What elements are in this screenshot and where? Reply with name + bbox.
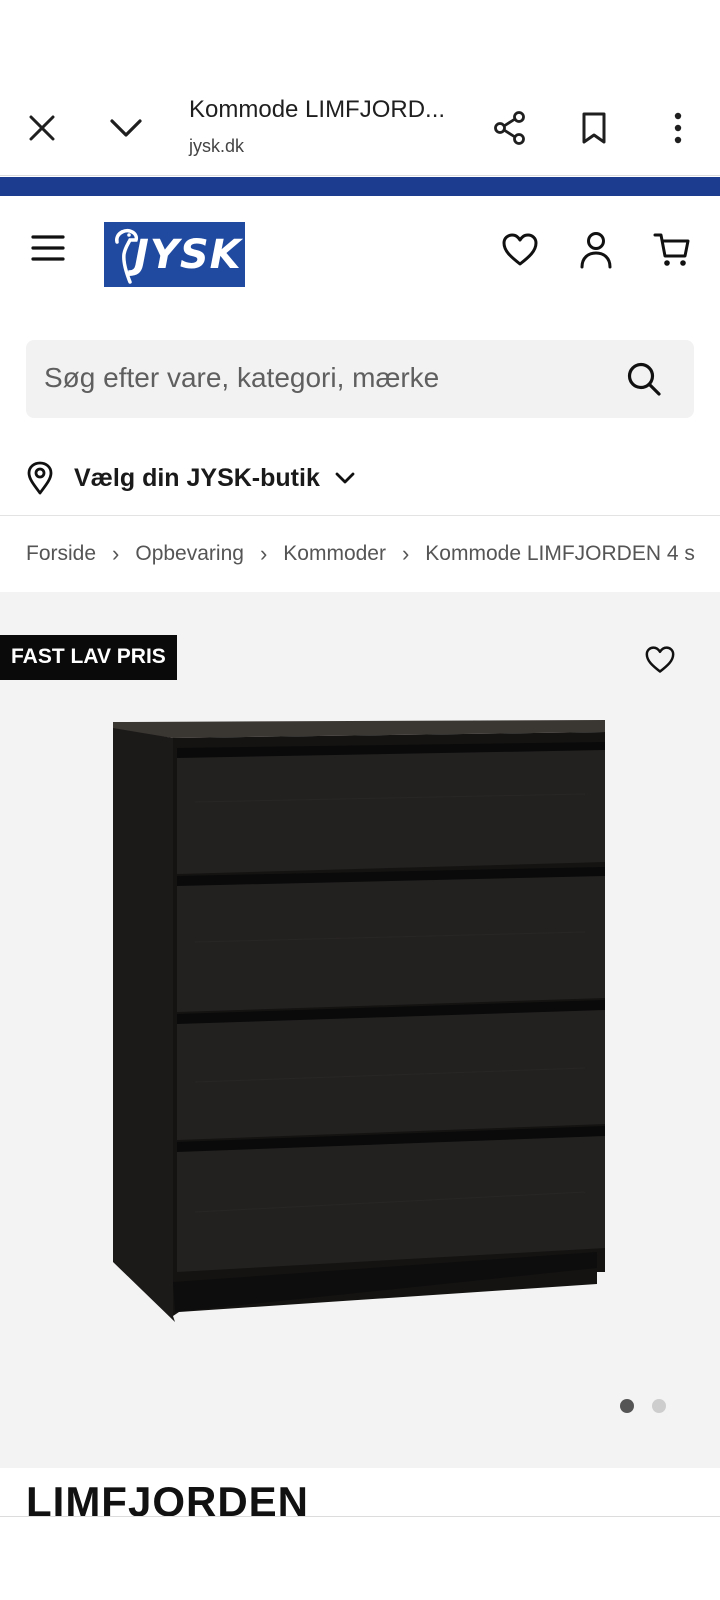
site-header: JYSK bbox=[0, 196, 720, 312]
browser-toolbar: Kommode LIMFJORD... jysk.dk bbox=[0, 82, 720, 176]
pagination-dot-active[interactable] bbox=[620, 1399, 634, 1413]
user-icon bbox=[580, 232, 612, 269]
more-vert-icon bbox=[674, 112, 682, 144]
pagination-dot[interactable] bbox=[652, 1399, 666, 1413]
bookmark-icon bbox=[582, 112, 606, 144]
heart-icon bbox=[502, 233, 538, 266]
search-button[interactable] bbox=[622, 357, 666, 401]
store-picker[interactable]: Vælg din JYSK-butik bbox=[26, 456, 356, 500]
breadcrumb-item-opbevaring[interactable]: Opbevaring bbox=[135, 542, 244, 566]
breadcrumb-separator-icon: › bbox=[401, 541, 410, 566]
location-pin-icon bbox=[27, 461, 53, 495]
chevron-down-icon-wrap bbox=[334, 471, 356, 485]
chevron-down-icon bbox=[335, 472, 355, 484]
close-icon bbox=[29, 115, 55, 141]
more-options-button[interactable] bbox=[652, 102, 704, 154]
jysk-logo[interactable]: JYSK bbox=[104, 222, 245, 287]
chevron-down-icon bbox=[110, 119, 142, 137]
image-pagination bbox=[620, 1399, 666, 1413]
product-gallery[interactable]: FAST LAV PRIS bbox=[0, 592, 720, 1468]
breadcrumb-item-forside[interactable]: Forside bbox=[26, 542, 96, 566]
goose-logo-icon bbox=[115, 228, 139, 284]
minimize-button[interactable] bbox=[100, 102, 152, 154]
share-button[interactable] bbox=[484, 102, 536, 154]
close-button[interactable] bbox=[16, 102, 68, 154]
add-to-wishlist-button[interactable] bbox=[636, 636, 684, 684]
logo-text: JYSK bbox=[134, 231, 242, 278]
breadcrumb-item-current: Kommode LIMFJORDEN 4 s bbox=[425, 542, 695, 565]
bookmark-button[interactable] bbox=[568, 102, 620, 154]
hamburger-icon bbox=[31, 235, 65, 261]
breadcrumb-separator-icon: › bbox=[112, 541, 120, 566]
search-icon bbox=[627, 362, 661, 396]
page-url: jysk.dk bbox=[189, 136, 245, 156]
breadcrumb-item-kommoder[interactable]: Kommoder bbox=[283, 542, 386, 566]
search-input[interactable]: Søg efter vare, kategori, mærke bbox=[44, 362, 439, 394]
store-picker-label: Vælg din JYSK-butik bbox=[74, 463, 320, 492]
brand-stripe bbox=[0, 177, 720, 196]
cart-icon bbox=[653, 233, 690, 266]
bottom-bar bbox=[0, 1516, 720, 1600]
page-title: Kommode LIMFJORD... bbox=[189, 96, 446, 123]
divider bbox=[0, 515, 720, 516]
price-badge: FAST LAV PRIS bbox=[0, 635, 177, 680]
search-bar[interactable]: Søg efter vare, kategori, mærke bbox=[26, 340, 694, 418]
breadcrumb: Forside › Opbevaring › Kommoder › Kommod… bbox=[26, 538, 720, 570]
cart-button[interactable] bbox=[648, 226, 696, 274]
wishlist-button[interactable] bbox=[496, 226, 544, 274]
menu-button[interactable] bbox=[24, 224, 72, 272]
share-icon bbox=[494, 111, 525, 145]
heart-icon bbox=[645, 646, 675, 673]
product-image bbox=[113, 720, 605, 1322]
breadcrumb-separator-icon: › bbox=[259, 541, 268, 566]
account-button[interactable] bbox=[572, 226, 620, 274]
